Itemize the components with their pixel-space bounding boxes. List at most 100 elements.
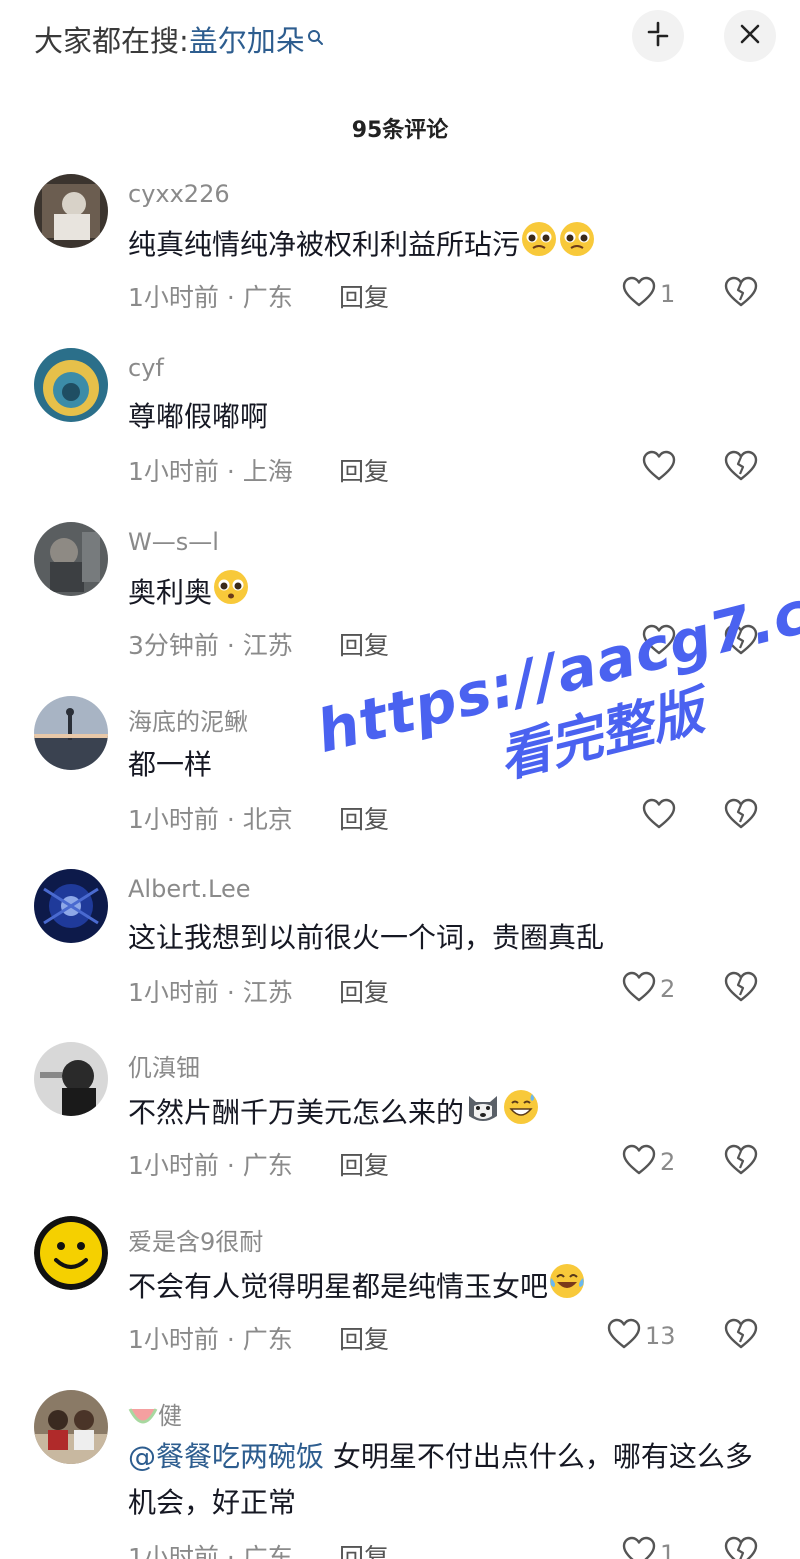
- comment-text-body: 纯真纯情纯净被权利利益所玷污: [128, 228, 521, 261]
- comment-text: 这让我想到以前很火一个词，贵圈真乱: [128, 915, 768, 961]
- comment-location: 北京: [242, 805, 293, 834]
- comment-text: 不会有人觉得明星都是纯情玉女吧: [128, 1262, 768, 1314]
- comment-count: 95条评论: [351, 118, 449, 143]
- broken-heart-icon: [724, 1144, 758, 1180]
- avatar[interactable]: [34, 174, 108, 248]
- comment-location: 广东: [242, 1151, 293, 1180]
- dislike-button[interactable]: [724, 1144, 758, 1180]
- like-count: 1: [660, 1540, 676, 1559]
- comment-text: 尊嘟假嘟啊: [128, 394, 768, 440]
- collapse-button[interactable]: [632, 10, 684, 62]
- reply-button[interactable]: 回复: [339, 1146, 389, 1182]
- comment-username[interactable]: cyf: [128, 354, 164, 382]
- reply-button[interactable]: 回复: [339, 973, 389, 1009]
- avatar[interactable]: [34, 869, 108, 943]
- comment-location: 广东: [242, 1325, 293, 1354]
- comment-time: 1小时前: [128, 1151, 219, 1180]
- comment-location: 江苏: [242, 631, 293, 660]
- avatar[interactable]: [34, 1390, 108, 1464]
- like-button[interactable]: 1: [622, 276, 675, 312]
- comment-username[interactable]: 海底的泥鳅: [128, 702, 248, 737]
- comment-username[interactable]: 健: [128, 1396, 182, 1431]
- search-suggestion-term[interactable]: 盖尔加朵: [189, 24, 305, 58]
- comment-text: 都一样: [128, 742, 768, 788]
- comment-username[interactable]: cyxx226: [128, 180, 230, 208]
- comment-text-body: 尊嘟假嘟啊: [128, 400, 269, 433]
- like-button[interactable]: 2: [622, 971, 675, 1007]
- broken-heart-icon: [724, 624, 758, 660]
- reply-button[interactable]: 回复: [339, 278, 389, 314]
- avatar[interactable]: [34, 1216, 108, 1290]
- close-button[interactable]: [724, 10, 776, 62]
- watermelon-icon: [128, 1402, 158, 1430]
- dislike-button[interactable]: [724, 624, 758, 660]
- comment-meta: 1小时前 · 广东: [128, 278, 293, 314]
- comment-time: 1小时前: [128, 283, 219, 312]
- comment-meta: 1小时前 · 北京: [128, 800, 293, 836]
- like-count: 1: [660, 280, 676, 308]
- avatar[interactable]: [34, 1042, 108, 1116]
- comment-username[interactable]: 仉滇钿: [128, 1048, 200, 1083]
- mention-link[interactable]: @餐餐吃两碗饭: [128, 1440, 324, 1473]
- meta-separator: ·: [218, 805, 243, 834]
- grin-sweat-face-emoji: [502, 1088, 540, 1140]
- like-button[interactable]: [642, 450, 680, 486]
- like-count: 2: [660, 1148, 676, 1176]
- dislike-button[interactable]: [724, 798, 758, 834]
- heart-icon: [607, 1318, 641, 1354]
- like-button[interactable]: 13: [607, 1318, 676, 1354]
- dislike-button[interactable]: [724, 971, 758, 1007]
- pleading-face-emoji: [520, 220, 558, 272]
- comment-text: 奥利奥: [128, 568, 768, 620]
- comment-time: 1小时前: [128, 978, 219, 1007]
- comment-location: 广东: [242, 1543, 293, 1559]
- search-suggestion[interactable]: 大家都在搜:盖尔加朵: [34, 18, 325, 60]
- like-button[interactable]: 1: [622, 1536, 675, 1559]
- search-icon: [307, 20, 325, 54]
- comment-username[interactable]: Albert.Lee: [128, 875, 250, 903]
- avatar[interactable]: [34, 696, 108, 770]
- dislike-button[interactable]: [724, 450, 758, 486]
- like-count: 13: [645, 1322, 676, 1350]
- broken-heart-icon: [724, 971, 758, 1007]
- heart-icon: [622, 276, 656, 312]
- comment-meta: 1小时前 · 江苏: [128, 973, 293, 1009]
- comment-text-body: 奥利奥: [128, 576, 213, 609]
- comment-time: 3分钟前: [128, 631, 219, 660]
- heart-icon: [622, 1536, 656, 1559]
- avatar[interactable]: [34, 348, 108, 422]
- comment-username[interactable]: 爱是含9很耐: [128, 1222, 263, 1257]
- comment-location: 上海: [242, 457, 293, 486]
- comment-username[interactable]: W—s—l: [128, 528, 219, 556]
- meta-separator: ·: [218, 631, 243, 660]
- like-button[interactable]: [642, 624, 680, 660]
- like-button[interactable]: 2: [622, 1144, 675, 1180]
- broken-heart-icon: [724, 798, 758, 834]
- meta-separator: ·: [218, 978, 243, 1007]
- broken-heart-icon: [724, 450, 758, 486]
- reply-button[interactable]: 回复: [339, 1320, 389, 1356]
- meta-separator: ·: [218, 1151, 243, 1180]
- pleading-face-emoji: [558, 220, 596, 272]
- meta-separator: ·: [218, 283, 243, 312]
- heart-icon: [642, 798, 676, 834]
- comment-time: 1小时前: [128, 457, 219, 486]
- like-button[interactable]: [642, 798, 680, 834]
- comment-text: @餐餐吃两碗饭 女明星不付出点什么，哪有这么多机会，好正常: [128, 1434, 768, 1526]
- reply-button[interactable]: 回复: [339, 1538, 389, 1559]
- husky-dog-emoji: [464, 1088, 502, 1140]
- dislike-button[interactable]: [724, 1536, 758, 1559]
- reply-button[interactable]: 回复: [339, 452, 389, 488]
- reply-button[interactable]: 回复: [339, 800, 389, 836]
- dislike-button[interactable]: [724, 276, 758, 312]
- dislike-button[interactable]: [724, 1318, 758, 1354]
- heart-icon: [642, 450, 676, 486]
- search-suggestion-prefix: 大家都在搜:: [34, 24, 189, 58]
- comment-meta: 1小时前 · 上海: [128, 452, 293, 488]
- avatar[interactable]: [34, 522, 108, 596]
- broken-heart-icon: [724, 276, 758, 312]
- reply-button[interactable]: 回复: [339, 626, 389, 662]
- comment-text: 不然片酬千万美元怎么来的: [128, 1088, 768, 1140]
- collapse-icon: [645, 21, 671, 51]
- comment-text-body: 不然片酬千万美元怎么来的: [128, 1096, 465, 1129]
